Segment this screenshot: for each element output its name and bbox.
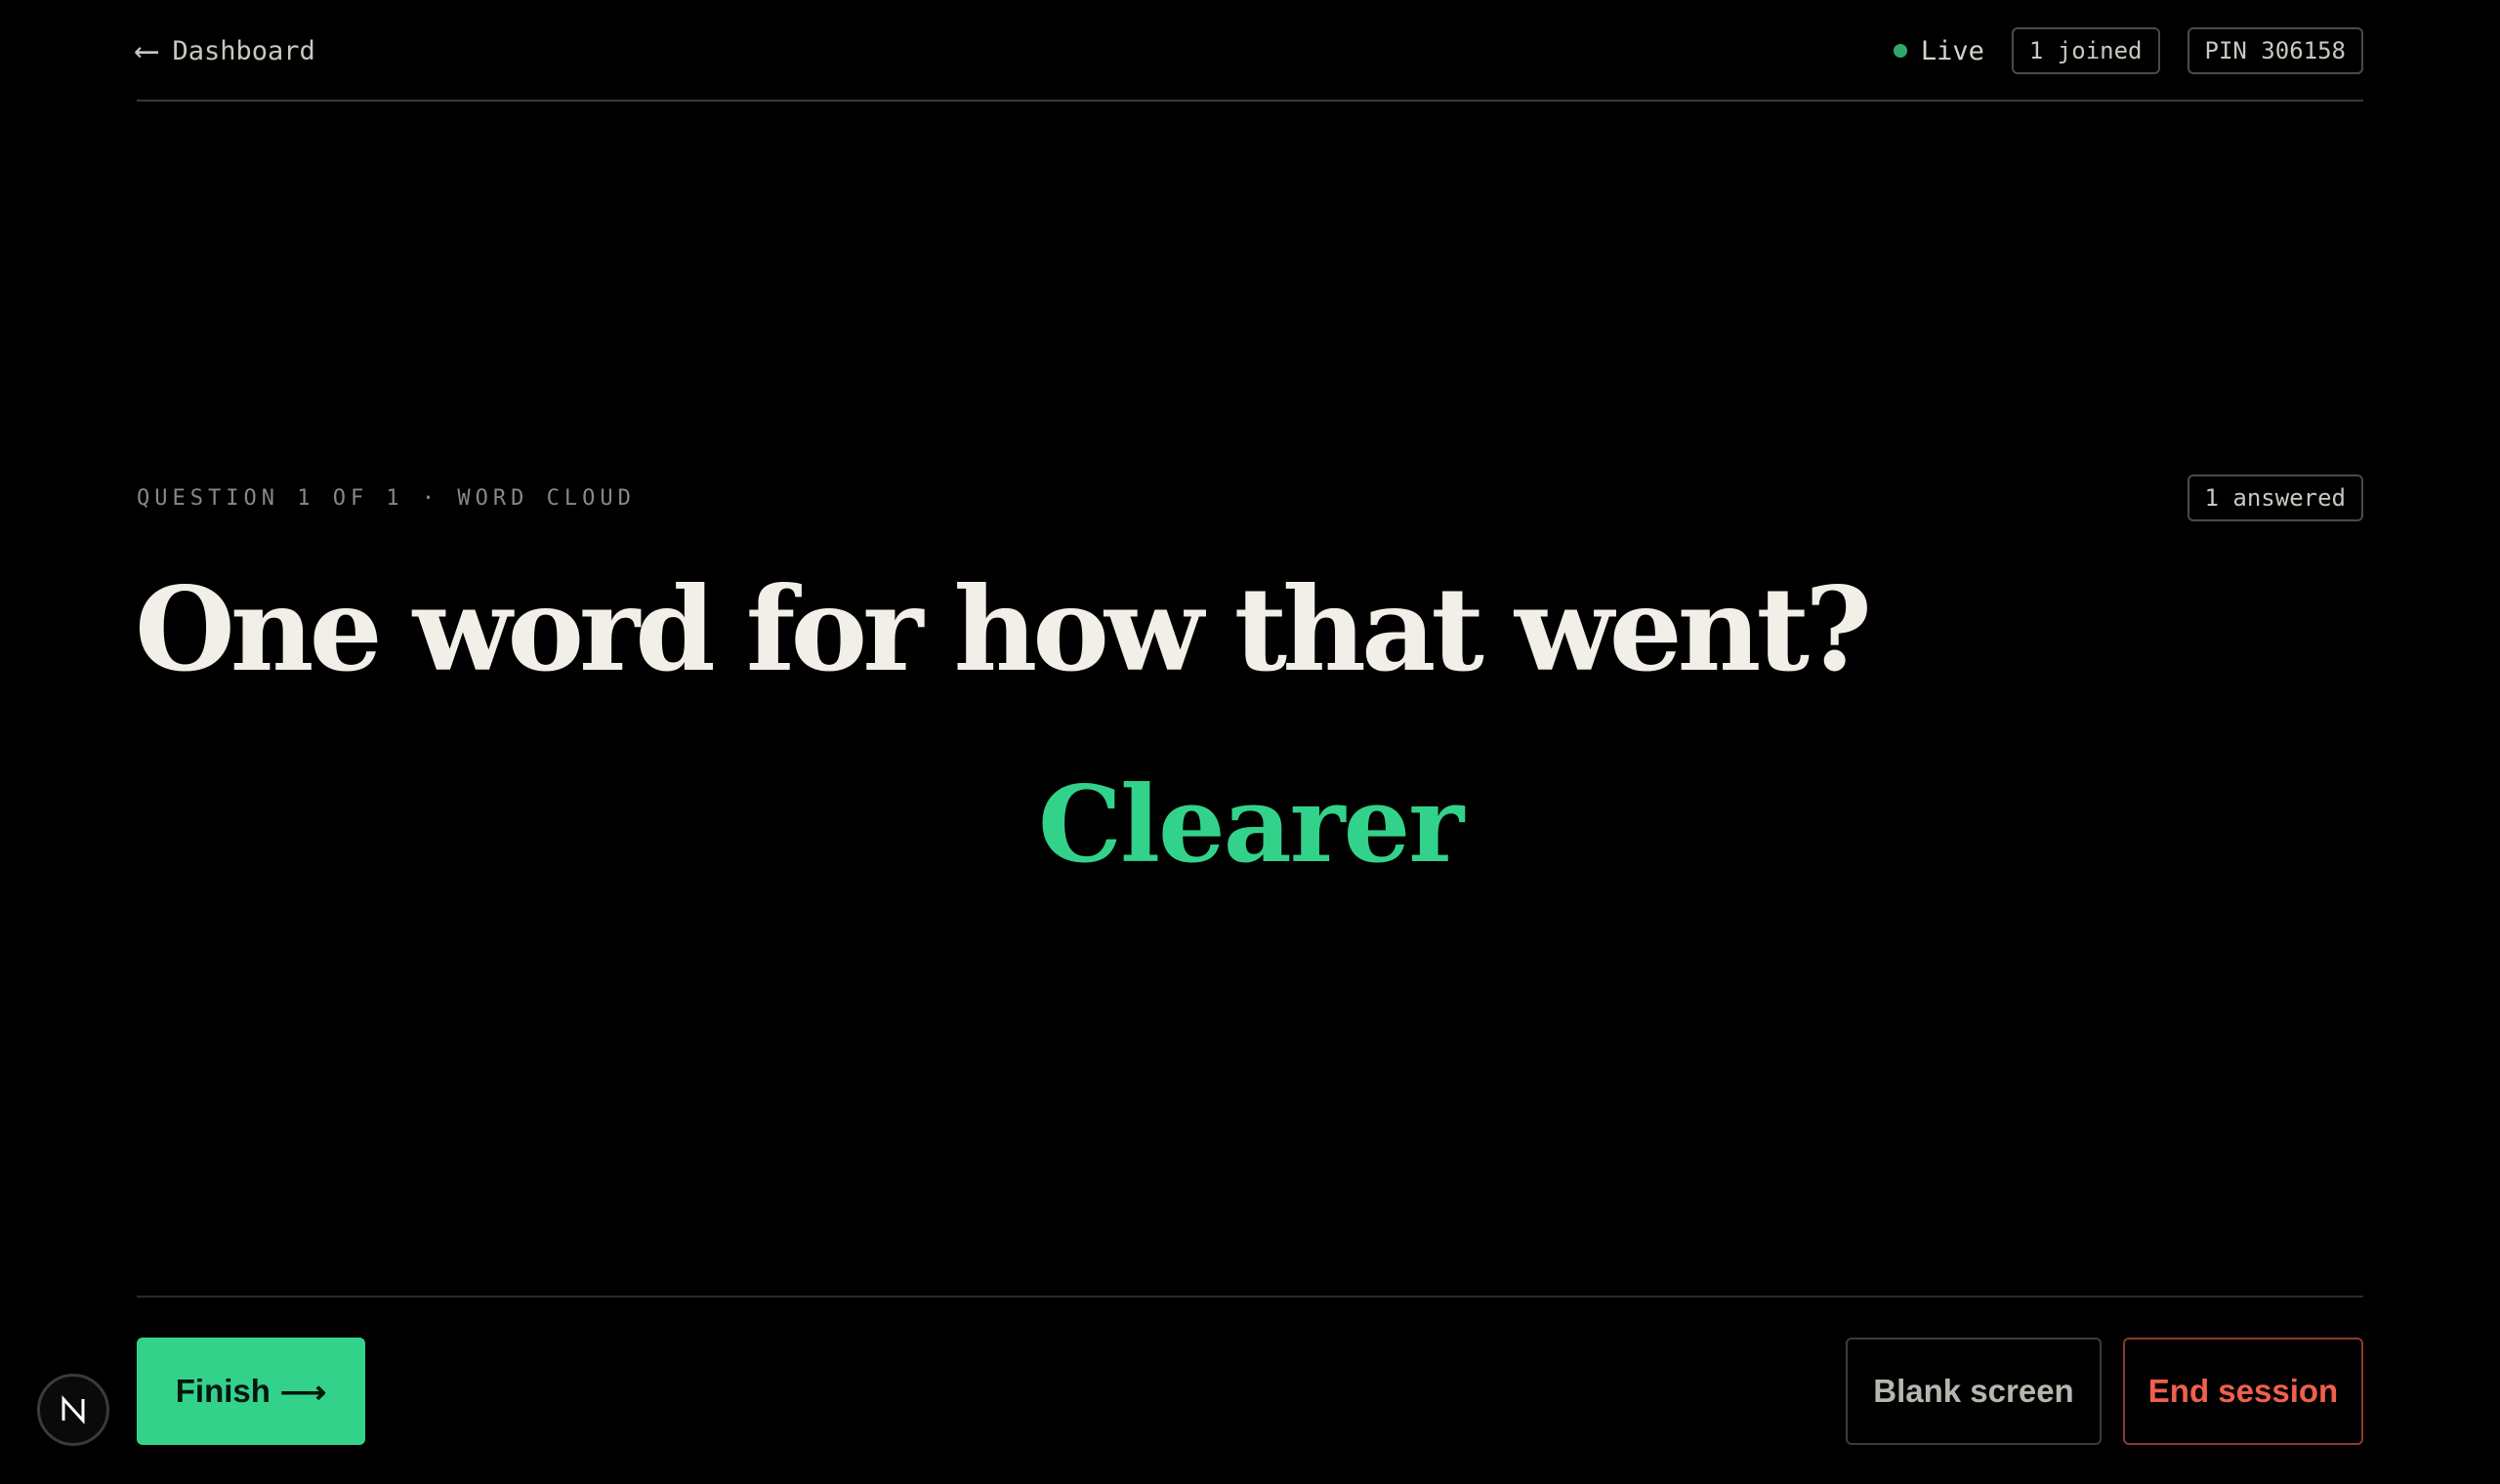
session-status-group: Live 1 joined PIN 306158 bbox=[1893, 27, 2363, 74]
live-label: Live bbox=[1920, 35, 1984, 66]
session-pin-badge: PIN 306158 bbox=[2187, 27, 2363, 74]
finish-label: Finish bbox=[175, 1373, 271, 1409]
answered-count-badge: 1 answered bbox=[2187, 474, 2363, 521]
arrow-left-icon: ⟵ bbox=[137, 31, 157, 70]
question-meta-label: QUESTION 1 OF 1 · WORD CLOUD bbox=[137, 486, 636, 511]
n-logo-glyph bbox=[62, 1395, 85, 1424]
n-logo-icon[interactable] bbox=[37, 1374, 109, 1446]
finish-button[interactable]: Finish ⟶ bbox=[137, 1338, 365, 1445]
footer-divider bbox=[137, 1296, 2363, 1298]
joined-count-badge: 1 joined bbox=[2011, 27, 2160, 74]
back-label: Dashboard bbox=[172, 35, 315, 66]
back-to-dashboard-link[interactable]: ⟵ Dashboard bbox=[137, 31, 315, 70]
arrow-right-icon: ⟶ bbox=[279, 1373, 327, 1410]
status-dot-icon bbox=[1893, 44, 1907, 58]
word-cloud: Clearer bbox=[137, 752, 2363, 1298]
live-indicator: Live bbox=[1893, 35, 1984, 66]
cloud-word: Clearer bbox=[1038, 763, 1464, 886]
blank-screen-button[interactable]: Blank screen bbox=[1846, 1338, 2102, 1445]
question-title: One word for how that went? bbox=[135, 561, 1872, 697]
top-bar: ⟵ Dashboard Live 1 joined PIN 306158 bbox=[137, 0, 2363, 102]
end-session-button[interactable]: End session bbox=[2123, 1338, 2363, 1445]
